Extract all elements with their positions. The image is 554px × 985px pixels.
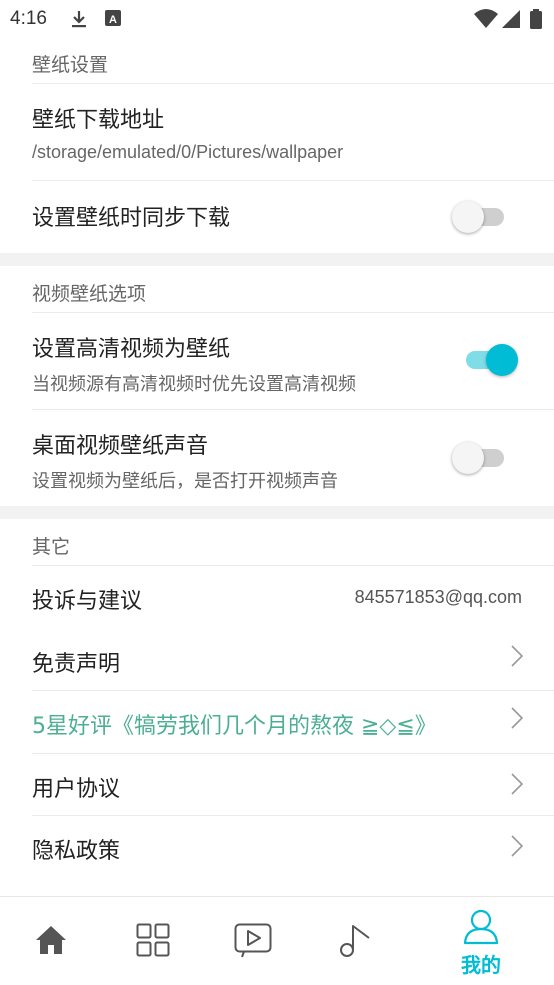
grid-icon: [136, 923, 170, 957]
status-time: 4:16: [10, 8, 47, 29]
divider: [32, 180, 554, 181]
section-title-video: 视频壁纸选项: [32, 283, 147, 305]
hd-video-desc: 当视频源有高清视频时优先设置高清视频: [32, 374, 356, 395]
hd-video-toggle[interactable]: [462, 342, 518, 378]
agreement-row[interactable]: 用户协议: [0, 754, 554, 816]
download-icon: [72, 11, 86, 28]
section-separator: [0, 506, 554, 519]
download-path-label: 壁纸下载地址: [32, 108, 165, 133]
music-note-icon: [340, 925, 370, 957]
nav-categories[interactable]: [100, 897, 210, 985]
svg-text:A: A: [109, 14, 117, 26]
feedback-label: 投诉与建议: [32, 589, 143, 614]
hd-video-label: 设置高清视频为壁纸: [32, 337, 231, 362]
nav-profile[interactable]: 我的: [426, 897, 536, 985]
toggle-knob: [452, 201, 484, 233]
video-play-icon: [234, 923, 272, 958]
nav-home[interactable]: [0, 897, 110, 985]
user-icon: [463, 909, 499, 945]
app-notification-icon: A: [105, 10, 121, 26]
nav-profile-label: 我的: [461, 953, 501, 977]
nav-videos[interactable]: [200, 897, 310, 985]
section-title-other: 其它: [32, 536, 71, 558]
rate-label: 5星好评《犒劳我们几个月的熬夜 ≧◇≦》: [32, 714, 437, 739]
video-sound-row[interactable]: 桌面视频壁纸声音 设置视频为壁纸后，是否打开视频声音: [0, 410, 554, 506]
chevron-right-icon: [511, 707, 524, 729]
sync-download-label: 设置壁纸时同步下载: [32, 206, 231, 231]
bottom-nav: 我的: [0, 896, 554, 985]
toggle-knob: [486, 344, 518, 376]
toggle-knob: [452, 442, 484, 474]
section-title-wallpaper: 壁纸设置: [32, 54, 109, 76]
cellular-signal-icon: [502, 10, 520, 28]
video-sound-desc: 设置视频为壁纸后，是否打开视频声音: [32, 471, 338, 492]
sync-download-toggle[interactable]: [452, 199, 508, 235]
video-sound-toggle[interactable]: [452, 440, 508, 476]
home-icon: [36, 926, 66, 954]
disclaimer-row[interactable]: 免责声明: [0, 628, 554, 690]
feedback-row[interactable]: 投诉与建议 845571853@qq.com: [0, 566, 554, 628]
download-path-row[interactable]: 壁纸下载地址 /storage/emulated/0/Pictures/wall…: [0, 84, 554, 180]
agreement-label: 用户协议: [32, 777, 121, 802]
status-bar: 4:16 A: [0, 0, 554, 38]
feedback-email: 845571853@qq.com: [354, 587, 522, 607]
privacy-label: 隐私政策: [32, 839, 121, 864]
rate-row[interactable]: 5星好评《犒劳我们几个月的熬夜 ≧◇≦》: [0, 691, 554, 753]
nav-music[interactable]: [300, 897, 410, 985]
chevron-right-icon: [511, 645, 524, 667]
wifi-icon: [474, 9, 498, 28]
chevron-right-icon: [511, 773, 524, 795]
section-separator: [0, 253, 554, 266]
hd-video-row[interactable]: 设置高清视频为壁纸 当视频源有高清视频时优先设置高清视频: [0, 313, 554, 409]
disclaimer-label: 免责声明: [32, 652, 121, 677]
battery-icon: [530, 9, 542, 29]
download-path-value: /storage/emulated/0/Pictures/wallpaper: [32, 142, 344, 162]
chevron-right-icon: [511, 835, 524, 857]
privacy-row[interactable]: 隐私政策: [0, 816, 554, 878]
video-sound-label: 桌面视频壁纸声音: [32, 434, 209, 459]
